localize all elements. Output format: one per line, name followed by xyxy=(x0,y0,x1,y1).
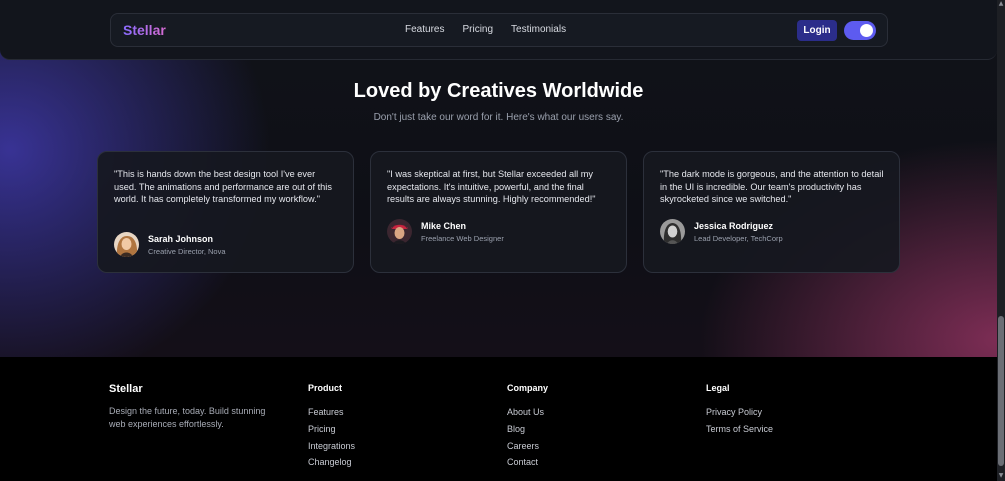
scrollbar-thumb[interactable] xyxy=(998,316,1004,466)
toggle-knob xyxy=(860,24,873,37)
page-scrollbar[interactable]: ▲ ▼ xyxy=(997,0,1005,481)
footer-link-about-us[interactable]: About Us xyxy=(507,404,548,421)
footer-link-terms-of-service[interactable]: Terms of Service xyxy=(706,421,773,438)
testimonial-quote: "The dark mode is gorgeous, and the atte… xyxy=(660,169,884,205)
author-name: Sarah Johnson xyxy=(148,234,214,244)
navbar: Stellar Features Pricing Testimonials Lo… xyxy=(110,13,888,47)
author-role: Creative Director, Nova xyxy=(148,247,226,256)
brand-logo[interactable]: Stellar xyxy=(123,22,166,38)
footer-link-changelog[interactable]: Changelog xyxy=(308,454,355,471)
footer-link-features[interactable]: Features xyxy=(308,404,355,421)
footer-column-title: Company xyxy=(507,383,549,393)
theme-toggle[interactable] xyxy=(844,21,876,40)
footer-description: Design the future, today. Build stunning… xyxy=(109,406,266,429)
testimonials-title: Loved by Creatives Worldwide xyxy=(353,80,644,102)
author-name: Mike Chen xyxy=(421,221,467,231)
footer-link-privacy-policy[interactable]: Privacy Policy xyxy=(706,404,773,421)
footer-column-company: Company About Us Blog Careers Contact xyxy=(507,383,548,471)
avatar-sarah-johnson xyxy=(114,232,139,257)
author-name: Jessica Rodriguez xyxy=(694,221,774,231)
footer-link-careers[interactable]: Careers xyxy=(507,438,548,455)
nav-links: Features Pricing Testimonials xyxy=(405,24,566,35)
nav-link-features[interactable]: Features xyxy=(405,24,444,35)
footer-column-title: Legal xyxy=(706,383,730,393)
footer-column-legal: Legal Privacy Policy Terms of Service xyxy=(706,383,773,438)
footer-link-blog[interactable]: Blog xyxy=(507,421,548,438)
footer-link-pricing[interactable]: Pricing xyxy=(308,421,355,438)
footer-link-contact[interactable]: Contact xyxy=(507,454,548,471)
footer-link-integrations[interactable]: Integrations xyxy=(308,438,355,455)
author-role: Freelance Web Designer xyxy=(421,234,504,243)
author-role: Lead Developer, TechCorp xyxy=(694,234,783,243)
testimonial-quote: "This is hands down the best design tool… xyxy=(114,169,332,205)
footer-brand[interactable]: Stellar xyxy=(109,383,143,395)
footer-column-title: Product xyxy=(308,383,343,393)
scroll-down-icon[interactable]: ▼ xyxy=(998,473,1004,479)
scroll-up-icon[interactable]: ▲ xyxy=(998,1,1004,7)
login-button[interactable]: Login xyxy=(797,20,837,41)
avatar-jessica-rodriguez xyxy=(660,219,685,244)
nav-link-testimonials[interactable]: Testimonials xyxy=(511,24,566,35)
hero-section: Stellar Features Pricing Testimonials Lo… xyxy=(0,0,997,357)
testimonial-card: "The dark mode is gorgeous, and the atte… xyxy=(643,151,900,273)
avatar-mike-chen xyxy=(387,219,412,244)
nav-link-pricing[interactable]: Pricing xyxy=(462,24,493,35)
testimonial-card: "This is hands down the best design tool… xyxy=(97,151,354,273)
testimonial-card: "I was skeptical at first, but Stellar e… xyxy=(370,151,627,273)
footer-column-product: Product Features Pricing Integrations Ch… xyxy=(308,383,355,471)
testimonials-subtitle: Don't just take our word for it. Here's … xyxy=(373,112,624,123)
testimonial-quote: "I was skeptical at first, but Stellar e… xyxy=(387,169,596,205)
